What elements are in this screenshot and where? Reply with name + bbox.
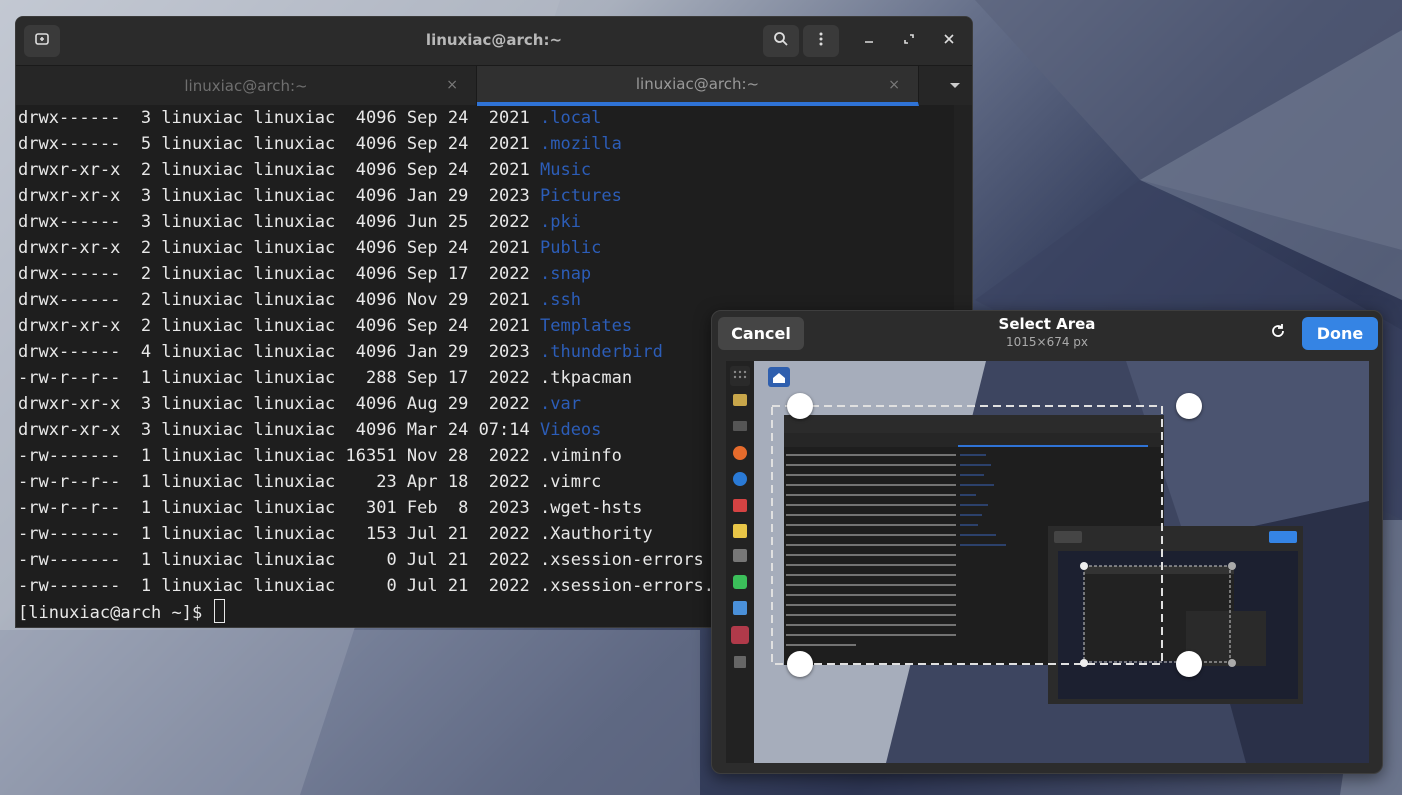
file-meta: -rw------- 1 linuxiac linuxiac 0 Jul 21 … (18, 576, 540, 596)
terminal-line: drwx------ 5 linuxiac linuxiac 4096 Sep … (18, 131, 956, 157)
selection-handle-bottom-left[interactable] (787, 651, 813, 677)
selection-handle-bottom-right[interactable] (1176, 651, 1202, 677)
selection-handle-top-right[interactable] (1176, 393, 1202, 419)
file-meta: drwx------ 4 linuxiac linuxiac 4096 Jan … (18, 342, 540, 362)
close-button[interactable] (939, 31, 959, 51)
tab-close-icon[interactable]: × (888, 77, 900, 93)
file-meta: -rw-r--r-- 1 linuxiac linuxiac 301 Feb 8… (18, 498, 540, 518)
text-cursor (214, 599, 226, 623)
file-meta: drwxr-xr-x 3 linuxiac linuxiac 4096 Aug … (18, 394, 540, 414)
file-name: Music (539, 160, 592, 180)
file-name: .vimrc (539, 472, 602, 492)
terminal-headerbar: linuxiac@arch:~ (16, 17, 972, 65)
file-name: .xsession-errors.ol (539, 576, 735, 596)
file-meta: -rw------- 1 linuxiac linuxiac 0 Jul 21 … (18, 550, 540, 570)
file-name: .wget-hsts (539, 498, 643, 518)
file-name: .thunderbird (539, 342, 663, 362)
tab-label: linuxiac@arch:~ (184, 77, 308, 95)
terminal-line: drwx------ 2 linuxiac linuxiac 4096 Sep … (18, 261, 956, 287)
file-meta: drwxr-xr-x 3 linuxiac linuxiac 4096 Mar … (18, 420, 540, 440)
terminal-line: drwxr-xr-x 3 linuxiac linuxiac 4096 Jan … (18, 183, 956, 209)
shell-prompt: [linuxiac@arch ~]$ (18, 603, 213, 623)
file-name: .local (539, 108, 602, 128)
file-name: .mozilla (539, 134, 622, 154)
minimize-button[interactable] (859, 31, 879, 51)
kebab-menu-icon (813, 31, 829, 51)
screenshot-dialog: Cancel Select Area 1015×674 px Done (711, 310, 1383, 774)
tab-2[interactable]: linuxiac@arch:~ × (477, 66, 919, 106)
file-name: Videos (539, 420, 602, 440)
file-name: .tkpacman (539, 368, 633, 388)
file-meta: drwx------ 2 linuxiac linuxiac 4096 Sep … (18, 264, 540, 284)
file-meta: -rw-r--r-- 1 linuxiac linuxiac 23 Apr 18… (18, 472, 540, 492)
file-name: .var (539, 394, 581, 414)
selection-handle-top-left[interactable] (787, 393, 813, 419)
terminal-line: drwxr-xr-x 2 linuxiac linuxiac 4096 Sep … (18, 235, 956, 261)
file-name: Public (539, 238, 602, 258)
tab-bar: linuxiac@arch:~ × linuxiac@arch:~ × (16, 65, 972, 106)
search-icon (773, 31, 789, 51)
file-meta: drwxr-xr-x 3 linuxiac linuxiac 4096 Jan … (18, 186, 540, 206)
maximize-icon (903, 33, 915, 49)
close-icon (943, 33, 955, 49)
tab-dropdown-button[interactable] (936, 66, 972, 106)
maximize-button[interactable] (899, 31, 919, 51)
file-meta: drwxr-xr-x 2 linuxiac linuxiac 4096 Sep … (18, 160, 540, 180)
tab-label: linuxiac@arch:~ (635, 75, 760, 93)
file-name: .ssh (539, 290, 581, 310)
done-button[interactable]: Done (1302, 317, 1378, 350)
file-meta: -rw------- 1 linuxiac linuxiac 16351 Nov… (18, 446, 540, 466)
file-name: .pki (539, 212, 581, 232)
file-meta: drwx------ 5 linuxiac linuxiac 4096 Sep … (18, 134, 540, 154)
refresh-icon (1270, 323, 1286, 343)
file-meta: drwxr-xr-x 2 linuxiac linuxiac 4096 Sep … (18, 238, 540, 258)
terminal-line: drwxr-xr-x 2 linuxiac linuxiac 4096 Sep … (18, 157, 956, 183)
file-meta: -rw------- 1 linuxiac linuxiac 153 Jul 2… (18, 524, 540, 544)
file-meta: drwx------ 3 linuxiac linuxiac 4096 Sep … (18, 108, 540, 128)
file-meta: drwx------ 2 linuxiac linuxiac 4096 Nov … (18, 290, 540, 310)
file-name: .xsession-errors (539, 550, 704, 570)
file-meta: -rw-r--r-- 1 linuxiac linuxiac 288 Sep 1… (18, 368, 540, 388)
file-meta: drwxr-xr-x 2 linuxiac linuxiac 4096 Sep … (18, 316, 540, 336)
preview-image (726, 361, 1369, 763)
chevron-down-icon (949, 80, 961, 93)
file-name: .snap (539, 264, 592, 284)
tab-close-icon[interactable]: × (446, 77, 458, 93)
file-name: .viminfo (539, 446, 622, 466)
screenshot-preview (726, 361, 1369, 763)
refresh-button[interactable] (1268, 323, 1288, 343)
file-name: Pictures (539, 186, 622, 206)
minimize-icon (863, 33, 875, 49)
file-meta: drwx------ 3 linuxiac linuxiac 4096 Jun … (18, 212, 540, 232)
file-name: Templates (539, 316, 633, 336)
terminal-line: drwx------ 3 linuxiac linuxiac 4096 Sep … (18, 105, 956, 131)
tab-1[interactable]: linuxiac@arch:~ × (16, 66, 477, 106)
file-name: .Xauthority (539, 524, 653, 544)
terminal-line: drwx------ 3 linuxiac linuxiac 4096 Jun … (18, 209, 956, 235)
search-button[interactable] (763, 25, 799, 57)
menu-button[interactable] (803, 25, 839, 57)
